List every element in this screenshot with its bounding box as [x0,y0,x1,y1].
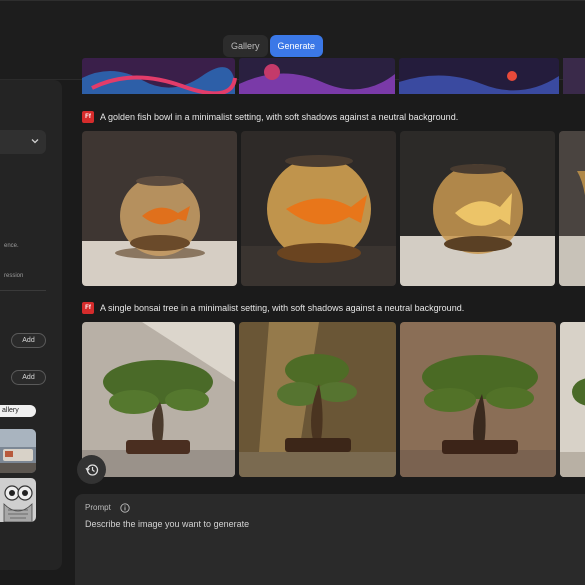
prompt-text: A golden fish bowl in a minimalist setti… [100,112,459,122]
tab-gallery[interactable]: Gallery [223,35,268,57]
image-row-bonsai [82,322,585,477]
generated-image[interactable] [400,322,556,477]
prompt-heading: Ff A golden fish bowl in a minimalist se… [82,111,458,123]
add-button[interactable]: Add [11,370,46,385]
history-icon [84,463,98,476]
info-icon[interactable] [120,503,130,513]
fishbowl-image [82,131,237,286]
generated-image[interactable] [241,131,396,286]
add-button[interactable]: Add [11,333,46,348]
fishbowl-image [400,131,555,286]
owl-thumbnail-image [0,478,36,522]
mode-switch: Gallery Generate [223,35,324,57]
bonsai-image [82,322,235,477]
generation-feed: Ff A golden fish bowl in a minimalist se… [82,58,585,488]
model-dropdown[interactable] [0,130,46,154]
chevron-down-icon [31,139,39,144]
panel-divider [0,290,46,291]
generated-image[interactable] [560,322,585,477]
generated-image[interactable] [82,322,235,477]
firefly-badge-icon: Ff [82,302,94,314]
style-thumbnail[interactable] [0,478,36,522]
room-thumbnail-image [0,429,36,473]
image-row-fishbowl [82,131,585,286]
prompt-text: A single bonsai tree in a minimalist set… [100,303,465,313]
previous-generation-strip [82,58,585,94]
prompt-label: Prompt [85,503,111,512]
bonsai-image [239,322,396,477]
history-button[interactable] [77,455,106,484]
fishbowl-image [241,131,396,286]
prompt-input[interactable]: Describe the image you want to generate [85,519,249,529]
top-bar-border [0,0,585,1]
abstract-images [82,58,585,94]
setting-text-fragment: ression [4,273,24,279]
bonsai-image [400,322,556,477]
prompt-heading: Ff A single bonsai tree in a minimalist … [82,302,464,314]
generated-image[interactable] [82,131,237,286]
firefly-badge-icon: Ff [82,111,94,123]
settings-panel: ence. ression Add Add allery [0,80,62,570]
generated-image[interactable] [559,131,585,286]
fishbowl-image [559,131,585,286]
generated-image[interactable] [400,131,555,286]
setting-text-fragment: ence. [4,243,19,249]
generated-image[interactable] [239,322,396,477]
style-thumbnail[interactable] [0,429,36,473]
gallery-pill[interactable]: allery [0,405,36,417]
prompt-composer: Prompt Describe the image you want to ge… [75,494,585,585]
tab-generate[interactable]: Generate [269,35,324,57]
bonsai-image [560,322,585,477]
